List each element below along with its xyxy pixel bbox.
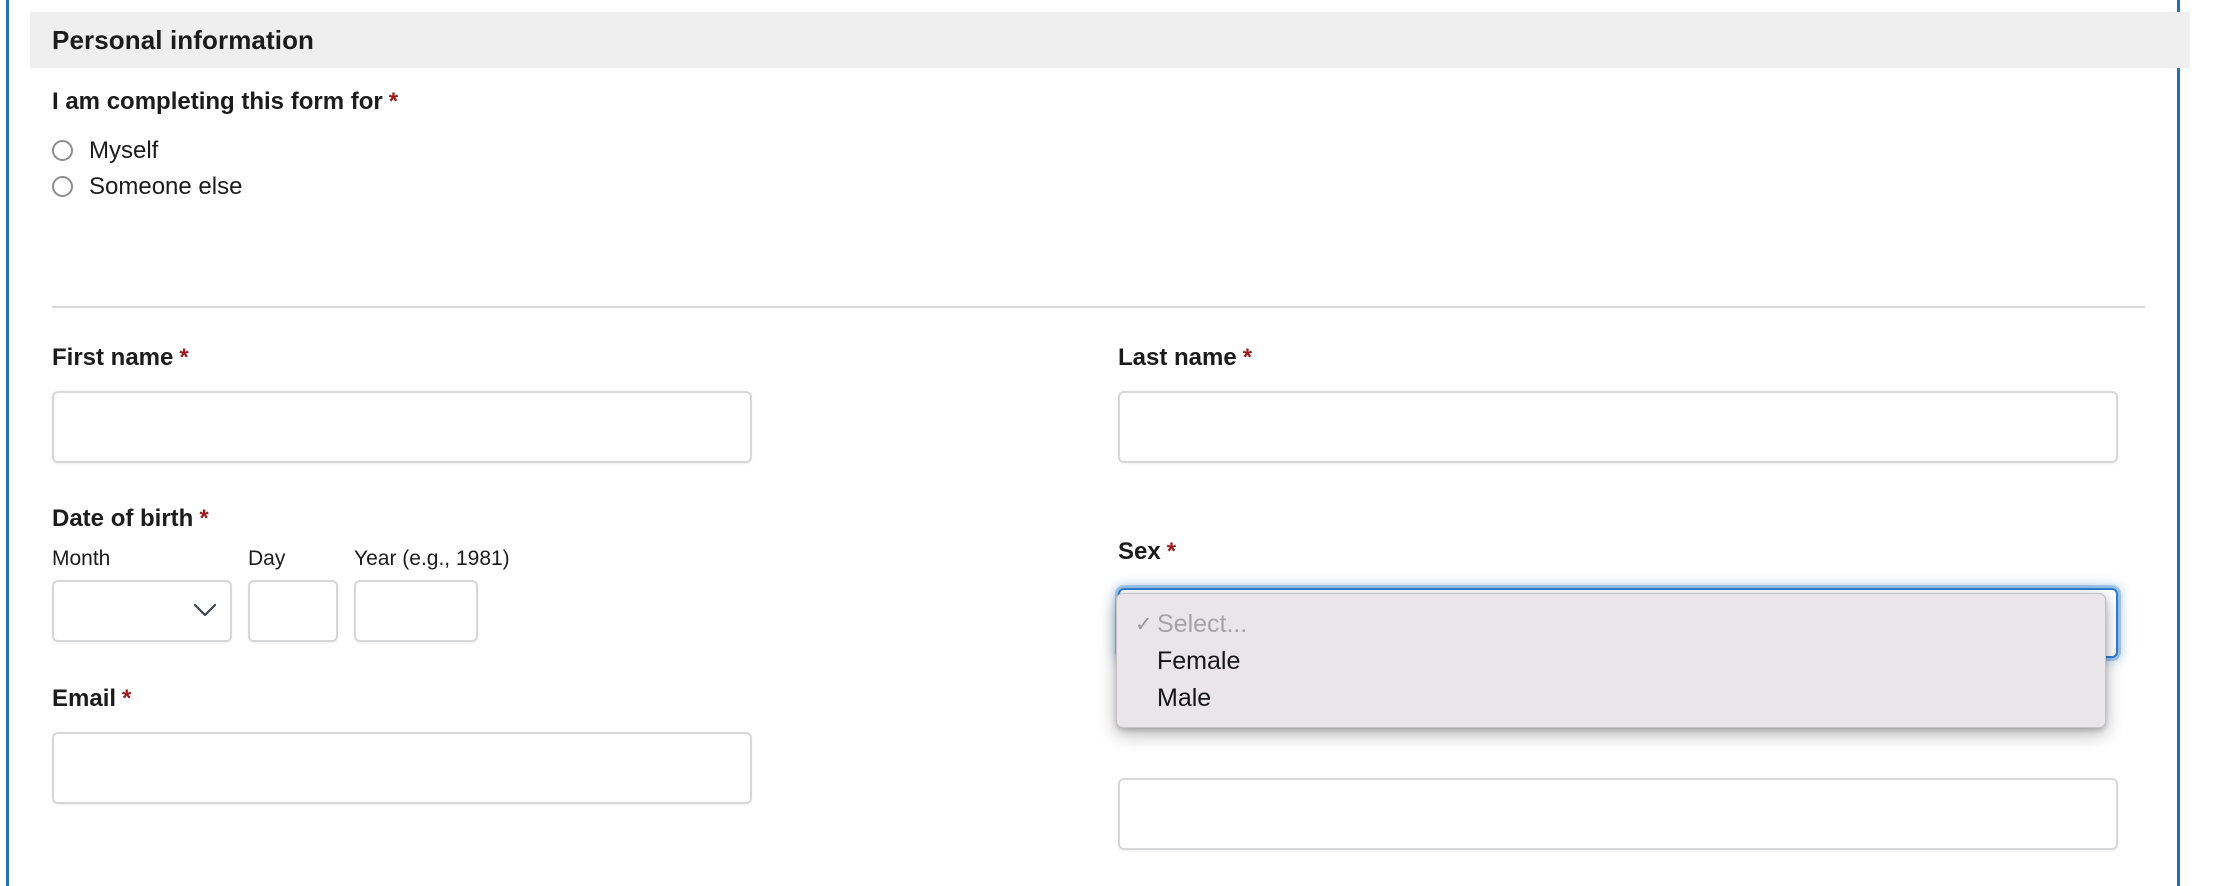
last-name-label: Last name * xyxy=(1118,344,2118,373)
check-icon: ✓ xyxy=(1135,613,1153,636)
sex-option-female[interactable]: Female xyxy=(1117,643,2105,680)
page-left-rail xyxy=(6,0,9,886)
last-name-field: Last name * xyxy=(1118,344,2118,463)
first-name-field: First name * xyxy=(52,344,752,463)
email-label: Email * xyxy=(52,685,752,714)
date-of-birth-label-text: Date of birth xyxy=(52,505,194,532)
last-name-input[interactable] xyxy=(1118,390,2118,463)
section-header: Personal information xyxy=(30,12,2190,68)
email-field: Email * xyxy=(52,685,752,804)
dob-year-input[interactable] xyxy=(354,579,478,642)
required-asterisk: * xyxy=(1242,344,1253,371)
date-of-birth-inputs: Month Day Year (e.g., 1981) xyxy=(52,546,510,647)
first-name-label-text: First name xyxy=(52,344,174,371)
right-lower-field xyxy=(1118,778,2118,850)
last-name-label-text: Last name xyxy=(1118,344,1237,371)
section-title: Personal information xyxy=(52,24,315,55)
radio-option-someone-else[interactable]: Someone else xyxy=(52,169,398,205)
date-of-birth-label: Date of birth * xyxy=(52,505,478,534)
sex-option-label: Select... xyxy=(1157,610,1248,638)
dob-year-group: Year (e.g., 1981) xyxy=(354,546,510,642)
radio-option-myself[interactable]: Myself xyxy=(52,133,398,169)
sex-label-text: Sex xyxy=(1118,538,1161,565)
completing-for-label-text: I am completing this form for xyxy=(52,88,383,115)
page-right-rail xyxy=(2177,0,2180,886)
sex-field: Sex * xyxy=(1118,538,1176,567)
dob-month-label: Month xyxy=(52,546,111,570)
required-asterisk: * xyxy=(1166,538,1177,565)
radio-circle-icon[interactable] xyxy=(52,140,73,162)
radio-label-myself: Myself xyxy=(89,136,159,164)
date-of-birth-field: Date of birth * Month Day Year (e.g., 19… xyxy=(52,505,510,647)
sex-option-select[interactable]: ✓ Select... xyxy=(1117,606,2105,643)
sex-dropdown-popup[interactable]: ✓ Select... Female Male xyxy=(1116,593,2106,728)
required-asterisk: * xyxy=(199,505,209,532)
completing-for-group: I am completing this form for * Myself So… xyxy=(52,88,398,205)
right-lower-input[interactable] xyxy=(1118,778,2118,850)
sex-option-male[interactable]: Male xyxy=(1117,680,2105,717)
email-label-text: Email xyxy=(52,685,117,712)
required-asterisk: * xyxy=(179,344,189,371)
section-divider xyxy=(52,306,2145,308)
first-name-input[interactable] xyxy=(52,390,752,463)
personal-information-page: Personal information I am completing thi… xyxy=(0,0,2218,886)
sex-option-label: Male xyxy=(1157,684,1212,712)
dob-month-select-wrap[interactable] xyxy=(52,579,232,642)
email-input[interactable] xyxy=(52,731,752,804)
required-asterisk: * xyxy=(388,88,399,115)
sex-label: Sex * xyxy=(1118,538,1176,567)
dob-day-group: Day xyxy=(248,546,338,642)
dob-month-select[interactable] xyxy=(52,579,232,642)
radio-circle-icon[interactable] xyxy=(52,176,73,198)
completing-for-label: I am completing this form for * xyxy=(52,88,398,117)
dob-year-label: Year (e.g., 1981) xyxy=(354,546,510,570)
dob-day-label: Day xyxy=(248,546,286,570)
dob-day-input[interactable] xyxy=(248,579,338,642)
dob-month-group: Month xyxy=(52,546,232,647)
first-name-label: First name * xyxy=(52,344,752,373)
sex-option-label: Female xyxy=(1157,647,1241,675)
radio-label-someone-else: Someone else xyxy=(89,172,243,200)
required-asterisk: * xyxy=(122,685,132,712)
completing-for-radio-group[interactable]: Myself Someone else xyxy=(52,133,398,205)
